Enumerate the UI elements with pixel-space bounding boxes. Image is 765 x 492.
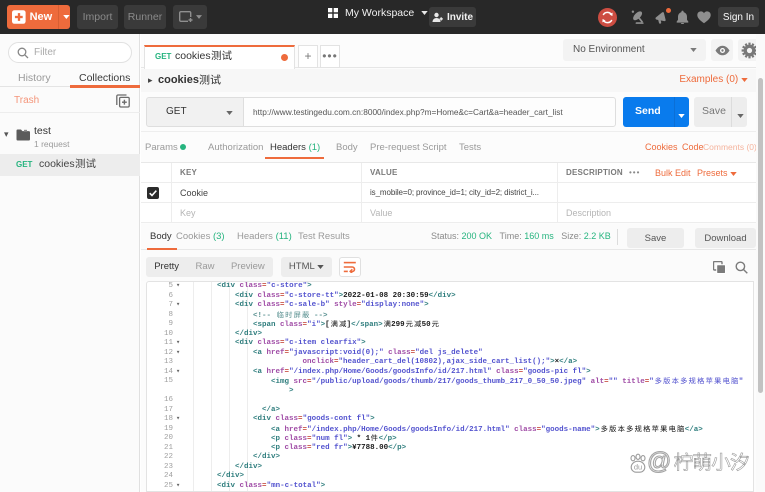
svg-text:du: du: [634, 463, 642, 472]
